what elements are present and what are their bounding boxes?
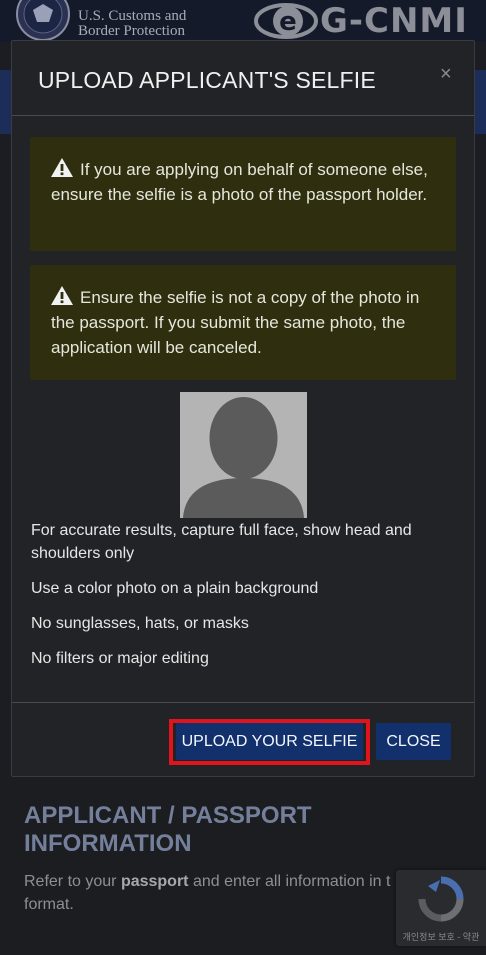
- person-silhouette-icon: [183, 397, 304, 518]
- para-prefix: Refer to your: [24, 873, 121, 890]
- section-title: APPLICANT / PASSPORT INFORMATION: [24, 802, 312, 857]
- gcnmi-logo: e G-CNMI: [254, 0, 468, 42]
- cbp-seal-icon: [16, 0, 70, 41]
- tip-item: No filters or major editing: [31, 650, 209, 667]
- agency-line-2: Border Protection: [78, 23, 186, 39]
- close-button[interactable]: CLOSE: [376, 723, 451, 760]
- alert-text: If you are applying on behalf of someone…: [51, 160, 428, 204]
- warning-alert-behalf: If you are applying on behalf of someone…: [30, 137, 456, 251]
- warning-icon: [51, 286, 73, 305]
- warning-alert-copy: Ensure the selfie is not a copy of the p…: [30, 265, 456, 380]
- upload-selfie-modal: UPLOAD APPLICANT'S SELFIE × If you are a…: [11, 40, 475, 777]
- tip-item: Use a color photo on a plain background: [31, 580, 319, 597]
- tip-item: No sunglasses, hats, or masks: [31, 615, 249, 632]
- agency-name: U.S. Customs and Border Protection: [78, 9, 186, 39]
- modal-close-x-button[interactable]: ×: [440, 63, 452, 86]
- recaptcha-icon: [418, 876, 464, 922]
- upload-selfie-button[interactable]: UPLOAD YOUR SELFIE: [176, 723, 363, 760]
- para-bold: passport: [120, 873, 189, 890]
- para-line-2: format.: [24, 896, 74, 913]
- para-suffix: and enter all information in t: [188, 873, 391, 890]
- site-header: U.S. Customs and Border Protection e G-C…: [0, 0, 486, 42]
- modal-header: UPLOAD APPLICANT'S SELFIE ×: [12, 41, 474, 116]
- modal-title: UPLOAD APPLICANT'S SELFIE: [38, 67, 376, 93]
- globe-e-icon: e: [254, 3, 318, 39]
- recaptcha-badge[interactable]: 개인정보 보호 - 약관: [396, 870, 486, 946]
- svg-text:e: e: [279, 7, 297, 37]
- modal-footer: UPLOAD YOUR SELFIE CLOSE: [12, 702, 474, 778]
- recaptcha-privacy-terms[interactable]: 개인정보 보호 - 약관: [396, 930, 486, 943]
- selfie-placeholder-avatar: [180, 392, 307, 518]
- agency-line-1: U.S. Customs and: [78, 8, 187, 24]
- tip-item: For accurate results, capture full face,…: [31, 522, 412, 562]
- alert-text: Ensure the selfie is not a copy of the p…: [51, 288, 420, 357]
- logo-text: G-CNMI: [320, 1, 468, 41]
- warning-icon: [51, 158, 73, 177]
